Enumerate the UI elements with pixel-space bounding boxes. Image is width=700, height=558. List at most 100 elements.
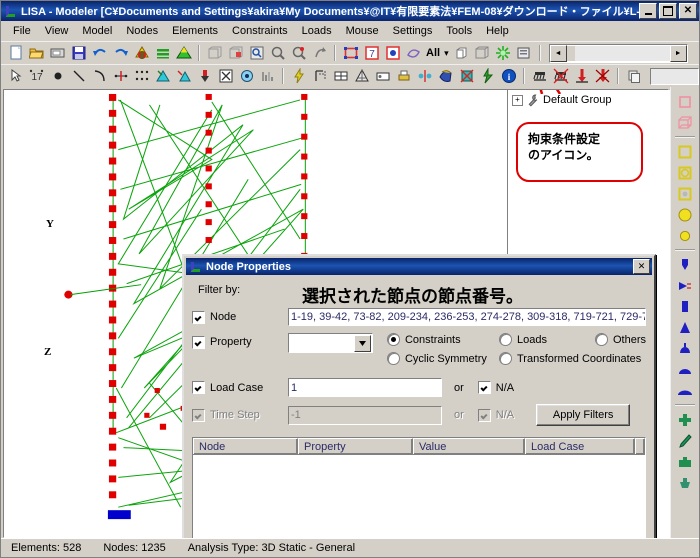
- select-region-icon[interactable]: [340, 43, 361, 63]
- triangle-element-icon[interactable]: [173, 43, 194, 63]
- scroll-left-button[interactable]: ◄: [549, 44, 567, 62]
- zoom-out-icon[interactable]: [267, 43, 288, 63]
- radio-constraints-dot[interactable]: [386, 333, 400, 346]
- menu-mouse[interactable]: Mouse: [339, 23, 386, 39]
- menu-tools[interactable]: Tools: [439, 23, 479, 39]
- menu-help[interactable]: Help: [479, 23, 516, 39]
- menu-view[interactable]: View: [38, 23, 76, 39]
- line-icon[interactable]: [68, 66, 89, 86]
- radio-cyclic-symmetry-dot[interactable]: [386, 352, 400, 365]
- close-button[interactable]: ✕: [679, 3, 697, 19]
- grid-column-value[interactable]: Value: [413, 438, 525, 454]
- select-point-icon[interactable]: [382, 43, 403, 63]
- bucket-green-icon[interactable]: [674, 472, 696, 493]
- property-combobox[interactable]: [288, 333, 373, 353]
- zoom-in-icon[interactable]: [288, 43, 309, 63]
- node-list-input[interactable]: 1-19, 39-42, 73-82, 209-234, 236-253, 27…: [288, 308, 646, 326]
- grid-extend-icon[interactable]: [309, 66, 330, 86]
- node-properties-dialog[interactable]: Node Properties ✕ 選択された節点の節点番号。 Filter b…: [182, 254, 656, 538]
- info-icon[interactable]: i: [498, 66, 519, 86]
- grid-column-property[interactable]: Property: [298, 438, 413, 454]
- node-filter-checkbox[interactable]: [192, 310, 205, 324]
- radio-transformed-coordinates-dot[interactable]: [498, 352, 512, 365]
- circle-yellow-large-icon[interactable]: [674, 204, 696, 225]
- undo-icon[interactable]: [89, 43, 110, 63]
- menu-elements[interactable]: Elements: [165, 23, 225, 39]
- node-point-icon[interactable]: [47, 66, 68, 86]
- grid-column-extra[interactable]: [635, 438, 645, 454]
- sphere-rotate-icon[interactable]: [236, 66, 257, 86]
- sun-light-icon[interactable]: [493, 43, 514, 63]
- square-yellow-icon[interactable]: [674, 141, 696, 162]
- split-line-icon[interactable]: [110, 66, 131, 86]
- pyramid-icon[interactable]: [351, 66, 372, 86]
- node-number-icon[interactable]: 17: [26, 66, 47, 86]
- open-folder-icon[interactable]: [26, 43, 47, 63]
- radio-constraints[interactable]: Constraints: [386, 333, 499, 346]
- constraint-fix-red-icon[interactable]: [550, 66, 571, 86]
- save-icon[interactable]: [68, 43, 89, 63]
- toolbar-scrollbar[interactable]: ◄ ►: [548, 43, 688, 63]
- table-icon[interactable]: [330, 66, 351, 86]
- tree-expander-icon[interactable]: +: [512, 94, 523, 106]
- menu-file[interactable]: File: [6, 23, 38, 39]
- copy-icon[interactable]: [623, 66, 644, 86]
- scroll-right-button[interactable]: ►: [669, 44, 687, 62]
- grid-column-load-case[interactable]: Load Case: [525, 438, 635, 454]
- redo-icon[interactable]: [110, 43, 131, 63]
- new-file-icon[interactable]: [5, 43, 26, 63]
- cross-green-icon[interactable]: [674, 409, 696, 430]
- menu-constraints[interactable]: Constraints: [225, 23, 295, 39]
- circle-yellow-small-icon[interactable]: [674, 225, 696, 246]
- load-down-icon[interactable]: [571, 66, 592, 86]
- chart-icon[interactable]: [257, 66, 278, 86]
- grid-column-node[interactable]: Node: [193, 438, 298, 454]
- chevron-down-icon[interactable]: [353, 334, 371, 352]
- print-icon[interactable]: [393, 66, 414, 86]
- radio-cyclic-symmetry[interactable]: Cyclic Symmetry: [386, 352, 499, 365]
- menu-nodes[interactable]: Nodes: [119, 23, 165, 39]
- case-green-icon[interactable]: [674, 451, 696, 472]
- square-outline-pink-icon[interactable]: [674, 91, 696, 112]
- radio-others-dot[interactable]: [594, 333, 608, 346]
- extrude-icon[interactable]: [194, 66, 215, 86]
- triangle-blue-icon[interactable]: [674, 317, 696, 338]
- select-count-icon[interactable]: 7: [361, 43, 382, 63]
- triangle-mesh2-icon[interactable]: [173, 66, 194, 86]
- pointer-icon[interactable]: [5, 66, 26, 86]
- scroll-thumb[interactable]: [574, 45, 670, 61]
- dome-blue-icon[interactable]: [674, 338, 696, 359]
- delete-x-icon[interactable]: [215, 66, 236, 86]
- render-wire-icon[interactable]: [472, 43, 493, 63]
- cube-wire-pink-icon[interactable]: [674, 112, 696, 133]
- rect-blue-icon[interactable]: [674, 296, 696, 317]
- render-cube-icon[interactable]: [451, 43, 472, 63]
- load-case-checkbox[interactable]: [192, 381, 205, 394]
- minimize-button[interactable]: [639, 3, 657, 19]
- radio-transformed-coordinates[interactable]: Transformed Coordinates: [498, 352, 641, 365]
- load-case-input[interactable]: 1: [288, 378, 442, 397]
- solid-view-icon[interactable]: [435, 66, 456, 86]
- rotate-icon[interactable]: [309, 43, 330, 63]
- load-case-na-checkbox[interactable]: [477, 381, 491, 394]
- label-icon[interactable]: [372, 66, 393, 86]
- dome-wide-blue-icon[interactable]: [674, 359, 696, 380]
- dot-in-square-yellow-icon[interactable]: [674, 183, 696, 204]
- view-box-red-icon[interactable]: [225, 43, 246, 63]
- constraint-fixed-blue-icon[interactable]: [674, 254, 696, 275]
- dome-flat-blue-icon[interactable]: [674, 380, 696, 401]
- pencil-green-icon[interactable]: [674, 430, 696, 451]
- radio-others[interactable]: Others: [594, 333, 646, 346]
- mesh-x-icon[interactable]: [456, 66, 477, 86]
- save-as-icon[interactable]: [47, 43, 68, 63]
- properties-icon[interactable]: [514, 43, 535, 63]
- dialog-close-button[interactable]: ✕: [633, 259, 650, 274]
- scatter-nodes-icon[interactable]: [131, 66, 152, 86]
- select-all-icon[interactable]: [403, 43, 424, 63]
- grid-body[interactable]: [193, 455, 645, 538]
- menu-settings[interactable]: Settings: [386, 23, 440, 39]
- constraint-fix-icon[interactable]: [529, 66, 550, 86]
- select-all-label[interactable]: All: [424, 47, 442, 59]
- chevron-down-icon[interactable]: ▾: [442, 48, 451, 59]
- menu-model[interactable]: Model: [75, 23, 119, 39]
